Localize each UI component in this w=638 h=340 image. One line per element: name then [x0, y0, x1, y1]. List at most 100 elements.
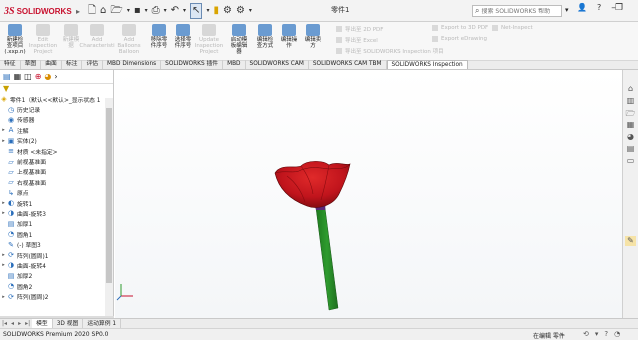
- tab-command-7[interactable]: MBD: [223, 60, 246, 69]
- expand-arrow-icon[interactable]: ▸: [0, 294, 7, 300]
- tab-3d-views[interactable]: 3D 视图: [53, 318, 84, 329]
- ribbon-button-7[interactable]: Update Inspection Project: [195, 24, 223, 55]
- tree-item[interactable]: ▱ 前视基准面: [0, 156, 113, 167]
- solidworks-forum-icon[interactable]: ▭: [625, 156, 636, 166]
- tab-command-5[interactable]: MBD Dimensions: [103, 60, 162, 69]
- print-icon[interactable]: ⎙: [152, 4, 160, 18]
- ribbon-button-3[interactable]: Add Characteristi: [79, 24, 115, 49]
- dropdown-arrow-icon[interactable]: ▾: [145, 4, 148, 18]
- menu-expand-icon[interactable]: ▸: [76, 7, 80, 16]
- view-palette-icon[interactable]: ▦: [625, 120, 636, 130]
- dropdown-arrow-icon[interactable]: ▾: [206, 4, 209, 18]
- expand-arrow-icon[interactable]: ▸: [0, 262, 7, 268]
- tree-item[interactable]: ▸ ⟳ 阵列(圆周)1: [0, 250, 113, 260]
- tree-item[interactable]: ▸ ◐ 旋转1: [0, 198, 113, 208]
- export-excel-button[interactable]: 导出至 Excel: [336, 36, 378, 44]
- dropdown-arrow-icon[interactable]: ▾: [127, 4, 130, 18]
- last-tab-icon[interactable]: ▸|: [23, 320, 32, 327]
- tab-command-10[interactable]: SOLIDWORKS Inspection: [386, 60, 468, 69]
- export-inspection-project-button[interactable]: 导出至 SOLIDWORKS Inspection 项目: [336, 47, 444, 55]
- tab-command-2[interactable]: 曲面: [41, 60, 62, 69]
- tree-item[interactable]: ▤ 加厚2: [0, 271, 113, 281]
- tree-item[interactable]: ◔ 圆角1: [0, 229, 113, 239]
- tree-item[interactable]: ≡ 材质 <未指定>: [0, 146, 113, 156]
- ribbon-button-0[interactable]: 新建检 查项目 (.xxp.n): [2, 24, 28, 55]
- panel-expand-icon[interactable]: ›: [54, 72, 57, 81]
- feature-tree-scrollbar[interactable]: [105, 98, 113, 316]
- tree-item[interactable]: ◉ 传感器: [0, 115, 113, 125]
- tab-command-3[interactable]: 标注: [62, 60, 83, 69]
- expand-arrow-icon[interactable]: ▸: [0, 127, 7, 133]
- appearances-icon[interactable]: ◕: [625, 132, 636, 142]
- expand-arrow-icon[interactable]: ▸: [0, 252, 7, 258]
- help-dropdown-icon[interactable]: ▾: [565, 6, 569, 14]
- help-search-input[interactable]: [481, 7, 557, 15]
- scrollbar-thumb[interactable]: [106, 108, 112, 283]
- tree-item[interactable]: ▸ ◑ 曲面-旋转3: [0, 208, 113, 218]
- options-gear-icon[interactable]: ⚙: [236, 4, 245, 18]
- tab-command-6[interactable]: SOLIDWORKS 插件: [161, 60, 224, 69]
- collaboration-icon[interactable]: ◔: [614, 330, 620, 338]
- ribbon-button-6[interactable]: 选择零 件序号: [170, 24, 196, 49]
- tab-command-0[interactable]: 特征: [0, 60, 21, 69]
- dropdown-arrow-icon[interactable]: ▾: [164, 4, 167, 18]
- tree-filter-icon[interactable]: ▼: [0, 84, 113, 94]
- home-icon[interactable]: ⌂: [100, 4, 106, 18]
- new-document-icon[interactable]: 🗋: [88, 4, 96, 18]
- tree-item[interactable]: ↳ 原点: [0, 188, 113, 198]
- open-folder-icon[interactable]: 🗁: [110, 4, 122, 18]
- dimxpert-tab-icon[interactable]: ⊕: [35, 72, 42, 81]
- ribbon-button-8[interactable]: 启动模 板编辑 器: [226, 24, 252, 55]
- undo-icon[interactable]: ↶: [171, 4, 179, 18]
- tab-command-4[interactable]: 评估: [82, 60, 104, 69]
- units-icon[interactable]: ▾: [595, 330, 599, 338]
- user-icon[interactable]: 👤: [577, 3, 587, 13]
- ribbon-button-1[interactable]: Edit Inspection Project: [29, 24, 57, 55]
- feature-tree-tab-icon[interactable]: ▤: [3, 72, 11, 81]
- solidworks-logo[interactable]: 3S SOLIDWORKS: [4, 4, 72, 18]
- tree-item[interactable]: ▸ ◑ 曲面-旋转4: [0, 260, 113, 270]
- tree-item[interactable]: ▱ 右视基准面: [0, 177, 113, 187]
- help-search-box[interactable]: ⌕: [472, 5, 562, 17]
- traffic-light-icon[interactable]: ▮: [213, 4, 219, 18]
- pinned-tool-icon[interactable]: ✎: [625, 236, 636, 246]
- tree-item[interactable]: ◷ 历史记录: [0, 104, 113, 115]
- graphics-area[interactable]: [115, 70, 622, 318]
- prev-tab-icon[interactable]: ◂: [9, 320, 16, 327]
- next-tab-icon[interactable]: ▸: [16, 320, 23, 327]
- tree-item[interactable]: ▱ 上视基准面: [0, 167, 113, 177]
- ribbon-button-5[interactable]: 移除零 件序号: [146, 24, 172, 49]
- ribbon-button-4[interactable]: Add Balloons Balloon: [116, 24, 142, 55]
- tree-root-part[interactable]: ◈ 零件1（默认<<默认>_显示状态 1: [0, 94, 113, 104]
- tree-item[interactable]: ▸ ⟳ 阵列(圆周)2: [0, 291, 113, 302]
- tab-command-8[interactable]: SOLIDWORKS CAM: [246, 60, 309, 69]
- tree-item[interactable]: ▸ ▣ 实体(2): [0, 136, 113, 146]
- custom-properties-icon[interactable]: ▤: [625, 144, 636, 154]
- first-tab-icon[interactable]: |◂: [0, 320, 9, 327]
- expand-arrow-icon[interactable]: ▸: [0, 200, 7, 206]
- design-library-icon[interactable]: ▥: [625, 96, 636, 106]
- solidworks-resources-icon[interactable]: ⌂: [625, 84, 636, 94]
- tree-item[interactable]: ▤ 加厚1: [0, 219, 113, 229]
- expand-arrow-icon[interactable]: ▸: [0, 210, 7, 216]
- expand-arrow-icon[interactable]: ▸: [0, 138, 7, 144]
- configuration-manager-tab-icon[interactable]: ◫: [24, 72, 32, 81]
- export-edrawing-button[interactable]: Export eDrawing: [432, 36, 487, 42]
- ribbon-button-11[interactable]: 编辑卖 方: [300, 24, 326, 49]
- export-2d-pdf-button[interactable]: 导出至 2D PDF: [336, 25, 383, 33]
- rebuild-status-icon[interactable]: ⟲: [583, 330, 589, 338]
- help-status-icon[interactable]: ?: [604, 330, 608, 338]
- file-explorer-icon[interactable]: 🗁: [625, 108, 636, 118]
- dropdown-arrow-icon[interactable]: ▾: [183, 4, 186, 18]
- restore-icon[interactable]: ❐: [615, 3, 623, 13]
- tree-item[interactable]: ▸ A 注解: [0, 125, 113, 135]
- tab-model[interactable]: 模型: [32, 318, 53, 329]
- tree-item[interactable]: ✎ (-) 草图3: [0, 239, 113, 250]
- save-icon[interactable]: ▪: [134, 4, 141, 18]
- tab-command-1[interactable]: 草图: [21, 60, 42, 69]
- help-icon[interactable]: ?: [597, 3, 601, 13]
- net-inspect-button[interactable]: Net-Inspect: [492, 25, 533, 31]
- ribbon-button-10[interactable]: 编辑操 作: [276, 24, 302, 49]
- rebuild-icon[interactable]: ⚙: [223, 4, 232, 18]
- tab-command-9[interactable]: SOLIDWORKS CAM TBM: [309, 60, 387, 69]
